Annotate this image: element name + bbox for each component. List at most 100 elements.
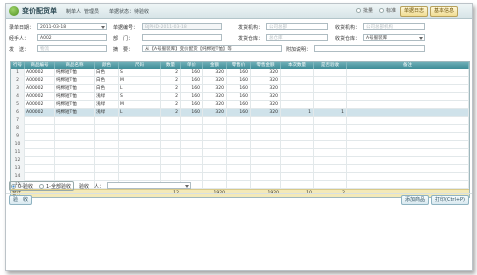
table-cell[interactable] [95,141,119,149]
table-cell[interactable] [251,149,281,157]
table-cell[interactable] [55,157,95,165]
table-cell[interactable] [119,149,161,157]
col-header[interactable]: 行号 [11,62,25,69]
table-cell[interactable] [25,141,55,149]
billno-field[interactable]: BJPHD-2011-03-18 [142,23,222,30]
table-cell[interactable] [314,157,347,165]
table-cell[interactable]: 160 [181,85,203,93]
table-cell[interactable]: 320 [203,85,227,93]
table-cell[interactable]: 160 [227,109,251,117]
table-cell[interactable] [347,133,469,141]
table-cell[interactable] [95,165,119,173]
table-cell[interactable] [161,133,181,141]
table-row[interactable]: 1 A00002 纯棉短T恤 白色 S 2 160 320 160 320 [11,69,469,77]
table-cell[interactable] [281,157,314,165]
table-cell[interactable]: 160 [181,69,203,77]
table-cell[interactable]: A00002 [25,77,55,85]
table-cell[interactable] [314,117,347,125]
table-cell[interactable] [181,165,203,173]
table-cell[interactable] [203,173,227,181]
table-cell[interactable] [347,101,469,109]
table-cell[interactable] [181,173,203,181]
table-cell[interactable]: L [119,85,161,93]
table-row[interactable]: 10 [11,141,469,149]
table-row[interactable]: 8 [11,125,469,133]
table-cell[interactable] [203,181,227,189]
table-cell[interactable] [251,117,281,125]
table-cell[interactable]: 1 [281,109,314,117]
table-row[interactable]: 5 A00002 纯棉短T恤 浅绿 M 2 160 320 160 320 [11,101,469,109]
col-header[interactable]: 数量 [161,62,181,69]
table-cell[interactable] [25,133,55,141]
table-cell[interactable] [95,157,119,165]
table-cell[interactable] [227,149,251,157]
accept-option-0[interactable]: 0-验收 [11,183,33,190]
table-cell[interactable]: 320 [251,69,281,77]
table-cell[interactable] [25,117,55,125]
table-cell[interactable]: 纯棉短T恤 [55,109,95,117]
table-cell[interactable] [347,109,469,117]
table-cell[interactable] [161,141,181,149]
table-cell[interactable] [203,133,227,141]
table-cell[interactable] [227,133,251,141]
table-cell[interactable] [314,125,347,133]
col-header[interactable]: 备注 [347,62,469,69]
table-cell[interactable] [251,125,281,133]
table-cell[interactable]: 160 [227,101,251,109]
table-cell[interactable] [227,157,251,165]
table-cell[interactable]: 320 [203,69,227,77]
table-cell[interactable] [281,125,314,133]
table-cell[interactable] [251,157,281,165]
table-cell[interactable]: 浅绿 [95,93,119,101]
table-cell[interactable] [251,133,281,141]
table-cell[interactable]: A00002 [25,69,55,77]
table-cell[interactable] [281,173,314,181]
table-cell[interactable] [347,165,469,173]
table-cell[interactable] [119,117,161,125]
table-cell[interactable]: 2 [161,69,181,77]
table-cell[interactable] [181,133,203,141]
table-cell[interactable] [347,141,469,149]
table-row[interactable]: 13 [11,165,469,173]
table-cell[interactable] [55,141,95,149]
table-cell[interactable] [55,133,95,141]
table-cell[interactable] [161,149,181,157]
table-cell[interactable] [119,133,161,141]
table-cell[interactable] [314,149,347,157]
table-cell[interactable] [25,125,55,133]
table-cell[interactable] [119,165,161,173]
col-header[interactable]: 本次数量 [281,62,314,69]
col-header[interactable]: 单价 [181,62,203,69]
table-cell[interactable] [25,165,55,173]
extra-field[interactable] [314,45,425,52]
table-cell[interactable] [227,141,251,149]
recv-org-field[interactable]: 公司总部机构 [363,23,425,30]
table-cell[interactable] [203,157,227,165]
col-header[interactable]: 零售金额 [251,62,281,69]
col-header[interactable]: 颜色 [95,62,119,69]
table-cell[interactable] [281,93,314,101]
table-cell[interactable] [251,165,281,173]
table-cell[interactable] [251,181,281,189]
table-cell[interactable] [314,133,347,141]
table-cell[interactable]: 160 [227,85,251,93]
table-cell[interactable] [347,149,469,157]
table-cell[interactable]: 2 [161,77,181,85]
add-goods-button[interactable]: 添加商品 [401,195,430,205]
table-cell[interactable] [161,173,181,181]
table-cell[interactable] [161,165,181,173]
table-cell[interactable]: M [119,77,161,85]
table-cell[interactable]: A00002 [25,93,55,101]
col-header[interactable]: 是否验收 [314,62,347,69]
table-cell[interactable] [55,165,95,173]
table-cell[interactable]: 320 [251,93,281,101]
accept-button[interactable]: 验 收 [9,195,33,205]
table-cell[interactable] [281,77,314,85]
table-cell[interactable] [347,85,469,93]
table-cell[interactable]: 160 [181,93,203,101]
table-cell[interactable] [227,117,251,125]
table-cell[interactable] [347,117,469,125]
table-cell[interactable]: 纯棉短T恤 [55,85,95,93]
table-cell[interactable] [95,173,119,181]
table-cell[interactable]: 白色 [95,85,119,93]
